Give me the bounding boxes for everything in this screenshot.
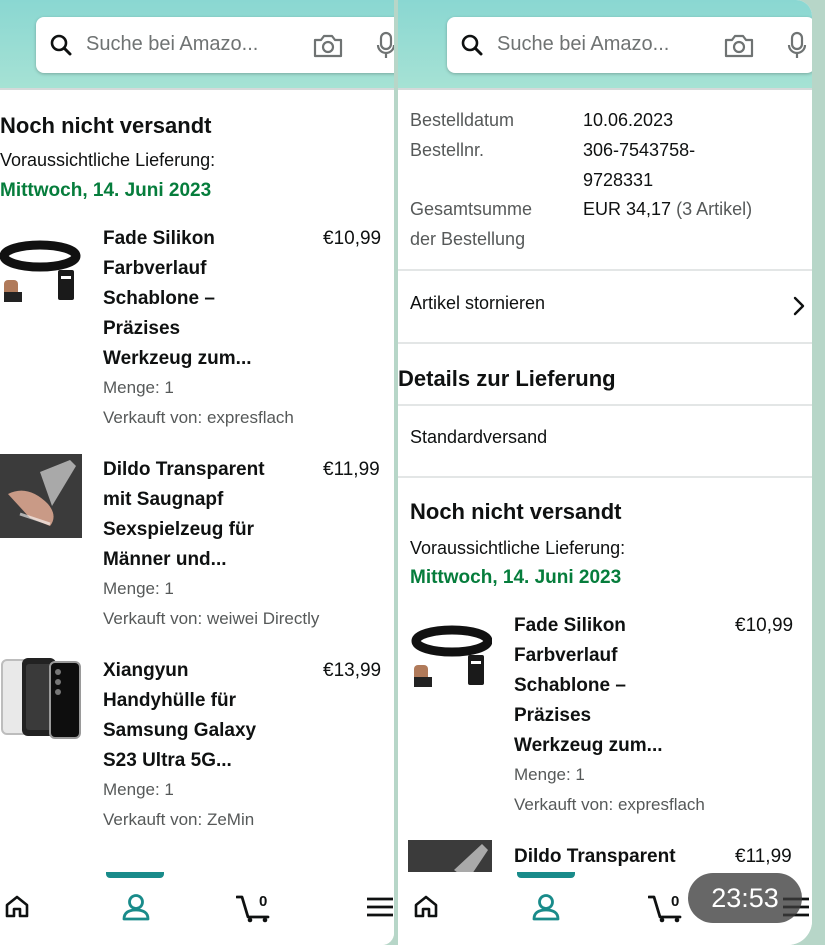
estimated-delivery-date: Mittwoch, 14. Juni 2023 bbox=[0, 180, 212, 201]
search-bar[interactable]: Suche bei Amazo... bbox=[36, 17, 394, 73]
product-price: €10,99 bbox=[323, 228, 382, 249]
account-icon[interactable] bbox=[531, 892, 561, 922]
account-icon[interactable] bbox=[121, 892, 151, 922]
product-price: €10,99 bbox=[735, 615, 794, 636]
active-tab-indicator bbox=[517, 872, 575, 878]
product-seller: Verkauft von: expresflach bbox=[514, 795, 705, 814]
shipping-status-title: Noch nicht versandt bbox=[0, 113, 212, 138]
product-price: €11,99 bbox=[323, 459, 380, 480]
product-quantity: Menge: 1 bbox=[514, 765, 585, 784]
camera-icon[interactable] bbox=[723, 33, 755, 59]
product-quantity: Menge: 1 bbox=[103, 579, 174, 598]
order-date-label: Bestelldatum bbox=[410, 110, 515, 130]
menu-icon[interactable] bbox=[366, 896, 394, 918]
active-tab-indicator bbox=[106, 872, 164, 878]
product-title[interactable]: Dildo Transparent bbox=[514, 842, 676, 872]
home-icon[interactable] bbox=[413, 894, 439, 918]
product-seller: Verkauft von: ZeMin bbox=[103, 810, 255, 829]
product-seller: Verkauft von: weiwei Directly bbox=[103, 609, 320, 628]
estimated-delivery-date: Mittwoch, 14. Juni 2023 bbox=[410, 567, 622, 588]
delivery-details-title: Details zur Lieferung bbox=[398, 366, 616, 391]
product-title[interactable]: Dildo Transparent mit Saugnapf Sexspielz… bbox=[103, 455, 265, 575]
search-icon bbox=[50, 34, 72, 56]
product-image[interactable] bbox=[0, 232, 82, 312]
order-date: 10.06.2023 bbox=[583, 110, 674, 130]
header-divider bbox=[398, 88, 812, 90]
order-total: EUR 34,17 (3 Artikel) bbox=[583, 194, 752, 224]
chevron-right-icon[interactable] bbox=[793, 296, 805, 316]
cancel-items-label[interactable]: Artikel stornieren bbox=[410, 293, 545, 314]
cart-count: 0 bbox=[671, 893, 679, 910]
home-icon[interactable] bbox=[4, 894, 30, 918]
order-total-value: EUR 34,17 bbox=[583, 199, 672, 219]
product-seller: Verkauft von: expresflach bbox=[103, 408, 294, 427]
product-price: €11,99 bbox=[735, 846, 792, 867]
product-title[interactable]: Xiangyun Handyhülle für Samsung Galaxy S… bbox=[103, 656, 256, 776]
product-title[interactable]: Fade Silikon Farbverlauf Schablone – Prä… bbox=[514, 611, 663, 761]
microphone-icon[interactable] bbox=[787, 31, 807, 61]
section-divider bbox=[398, 404, 812, 406]
camera-icon[interactable] bbox=[312, 33, 344, 59]
search-input[interactable]: Suche bei Amazo... bbox=[86, 33, 258, 56]
order-number-label: Bestellnr. bbox=[410, 140, 485, 160]
product-title[interactable]: Fade Silikon Farbverlauf Schablone – Prä… bbox=[103, 224, 252, 374]
search-input[interactable]: Suche bei Amazo... bbox=[497, 33, 669, 56]
bottom-navigation: 0 bbox=[0, 872, 394, 945]
section-divider bbox=[398, 269, 812, 271]
section-divider bbox=[398, 476, 812, 478]
cart-count: 0 bbox=[259, 893, 267, 910]
search-icon bbox=[461, 34, 483, 56]
product-quantity: Menge: 1 bbox=[103, 780, 174, 799]
estimated-delivery-label: Voraussichtliche Lieferung: bbox=[0, 150, 216, 170]
shipping-status-title: Noch nicht versandt bbox=[410, 499, 622, 524]
order-item-count: (3 Artikel) bbox=[676, 199, 753, 219]
cart-icon[interactable]: 0 bbox=[648, 889, 688, 923]
microphone-icon[interactable] bbox=[376, 31, 394, 61]
search-header: Suche bei Amazo... bbox=[0, 0, 394, 88]
product-image[interactable] bbox=[0, 454, 82, 538]
order-number: 306-7543758- 9728331 bbox=[583, 140, 696, 190]
order-panel-right: Suche bei Amazo... Bestelldatum 10.06.20… bbox=[398, 0, 812, 945]
order-total-label: Gesamtsumme der Bestellung bbox=[410, 199, 533, 249]
shipping-method: Standardversand bbox=[410, 427, 548, 447]
search-header: Suche bei Amazo... bbox=[398, 0, 812, 88]
product-quantity: Menge: 1 bbox=[103, 378, 174, 397]
cart-icon[interactable]: 0 bbox=[236, 889, 276, 923]
section-divider bbox=[398, 342, 812, 344]
search-bar[interactable]: Suche bei Amazo... bbox=[447, 17, 812, 73]
clock-overlay: 23:53 bbox=[688, 873, 802, 923]
product-image[interactable] bbox=[0, 656, 82, 740]
order-panel-left: Suche bei Amazo... Noch nicht versandt V… bbox=[0, 0, 394, 945]
product-price: €13,99 bbox=[323, 660, 382, 681]
header-divider bbox=[0, 88, 394, 90]
product-image[interactable] bbox=[408, 617, 492, 697]
estimated-delivery-label: Voraussichtliche Lieferung: bbox=[410, 538, 626, 558]
